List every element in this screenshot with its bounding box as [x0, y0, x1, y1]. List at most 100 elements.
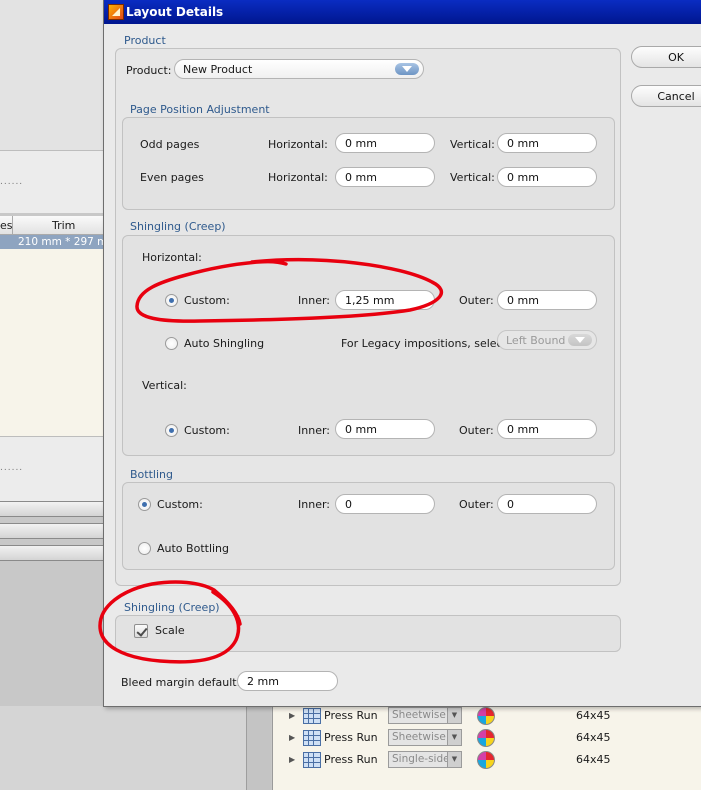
- expand-triangle-icon[interactable]: ▶: [289, 755, 295, 764]
- shingling-heading: Shingling (Creep): [130, 220, 226, 233]
- even-pages-label: Even pages: [140, 171, 204, 184]
- press-run-name: Press Run: [324, 753, 378, 766]
- color-wheel-icon: [477, 707, 495, 725]
- table-header: es Trim: [0, 216, 104, 235]
- shingling-h-inner-input[interactable]: [335, 290, 435, 310]
- legacy-impositions-label: For Legacy impositions, select:: [341, 337, 511, 350]
- column-separator: [12, 216, 13, 234]
- trim-cell: 210 mm * 297 m: [18, 236, 108, 248]
- shingling-v-inner-label: Inner:: [298, 424, 330, 437]
- shingling-v-custom-radio[interactable]: [165, 424, 178, 437]
- odd-vertical-label: Vertical:: [450, 138, 495, 151]
- legacy-binding-select[interactable]: Left Bound: [497, 330, 597, 350]
- ok-button[interactable]: OK: [631, 46, 701, 68]
- press-run-name: Press Run: [324, 709, 378, 722]
- table-row-selected[interactable]: 210 mm * 297 m: [0, 235, 108, 249]
- background-toolbar: ......: [0, 150, 104, 213]
- grip-dots: ......: [0, 463, 24, 473]
- shingling-v-outer-label: Outer:: [459, 424, 494, 437]
- legacy-binding-value: Left Bound: [506, 334, 566, 347]
- press-run-mode-select[interactable]: Sheetwise ▼: [388, 707, 462, 724]
- app-icon: [108, 4, 124, 20]
- shingling-v-outer-input[interactable]: [497, 419, 597, 439]
- dialog-titlebar[interactable]: Layout Details: [104, 0, 701, 24]
- auto-shingling-radio[interactable]: [165, 337, 178, 350]
- list-item[interactable]: ▶ Press Run Single-side ▼ 64x45: [273, 750, 701, 772]
- auto-bottling-label: Auto Bottling: [157, 542, 230, 555]
- chevron-down-icon: [395, 63, 419, 75]
- dialog-title: Layout Details: [126, 5, 224, 19]
- even-vertical-input[interactable]: [497, 167, 597, 187]
- bleed-margin-input[interactable]: [237, 671, 338, 691]
- collapsed-section-bar[interactable]: [0, 523, 104, 539]
- odd-pages-label: Odd pages: [140, 138, 200, 151]
- chevron-down-icon: ▼: [447, 730, 461, 745]
- sheet-grid-icon: [303, 752, 321, 768]
- product-label: Product:: [126, 64, 172, 77]
- sheet-grid-icon: [303, 730, 321, 746]
- collapsed-section-bar[interactable]: [0, 501, 104, 517]
- product-select-value: New Product: [183, 63, 253, 76]
- background-lower-panel: [0, 706, 250, 790]
- odd-vertical-input[interactable]: [497, 133, 597, 153]
- odd-horizontal-label: Horizontal:: [268, 138, 328, 151]
- shingling-v-inner-input[interactable]: [335, 419, 435, 439]
- shingling-v-custom-label: Custom:: [184, 424, 230, 437]
- background-table: [0, 216, 104, 437]
- list-item[interactable]: ▶ Press Run Sheetwise ▼ 64x45: [273, 728, 701, 750]
- press-run-name: Press Run: [324, 731, 378, 744]
- even-horizontal-input[interactable]: [335, 167, 435, 187]
- even-horizontal-label: Horizontal:: [268, 171, 328, 184]
- shingling-h-custom-label: Custom:: [184, 294, 230, 307]
- bottling-custom-label: Custom:: [157, 498, 203, 511]
- shingling-h-custom-radio[interactable]: [165, 294, 178, 307]
- expand-triangle-icon[interactable]: ▶: [289, 711, 295, 720]
- press-run-mode-select[interactable]: Single-side ▼: [388, 751, 462, 768]
- product-select[interactable]: New Product: [174, 59, 424, 79]
- shingling-vertical-label: Vertical:: [142, 379, 187, 392]
- background-panel: [0, 0, 104, 150]
- press-run-size: 64x45: [576, 731, 611, 744]
- shingling-horizontal-label: Horizontal:: [142, 251, 202, 264]
- collapsed-section-bar[interactable]: [0, 545, 104, 561]
- select-value: Sheetwise: [392, 731, 446, 743]
- bottling-outer-input[interactable]: [497, 494, 597, 514]
- bottling-inner-label: Inner:: [298, 498, 330, 511]
- bottling-inner-input[interactable]: [335, 494, 435, 514]
- press-run-mode-select[interactable]: Sheetwise ▼: [388, 729, 462, 746]
- bleed-margin-label: Bleed margin default:: [121, 676, 241, 689]
- chevron-down-icon: ▼: [447, 752, 461, 767]
- shingling-h-outer-label: Outer:: [459, 294, 494, 307]
- odd-horizontal-input[interactable]: [335, 133, 435, 153]
- page-position-heading: Page Position Adjustment: [130, 103, 270, 116]
- list-item[interactable]: ▶ Press Run Sheetwise ▼ 64x45: [273, 706, 701, 728]
- even-vertical-label: Vertical:: [450, 171, 495, 184]
- expand-triangle-icon[interactable]: ▶: [289, 733, 295, 742]
- splitter[interactable]: [246, 706, 271, 790]
- color-wheel-icon: [477, 729, 495, 747]
- auto-bottling-radio[interactable]: [138, 542, 151, 555]
- grip-dots: ......: [0, 177, 24, 187]
- chevron-down-icon: ▼: [447, 708, 461, 723]
- shingling-scale-group: [115, 615, 621, 652]
- bottling-outer-label: Outer:: [459, 498, 494, 511]
- press-run-size: 64x45: [576, 709, 611, 722]
- bottling-custom-radio[interactable]: [138, 498, 151, 511]
- bottling-heading: Bottling: [130, 468, 173, 481]
- column-header-partial[interactable]: es: [0, 219, 12, 232]
- select-value: Sheetwise: [392, 709, 446, 721]
- press-run-size: 64x45: [576, 753, 611, 766]
- shingling-scale-heading: Shingling (Creep): [124, 601, 220, 614]
- select-value: Single-side: [392, 753, 450, 765]
- shingling-h-outer-input[interactable]: [497, 290, 597, 310]
- page-position-group: [122, 117, 615, 210]
- color-wheel-icon: [477, 751, 495, 769]
- product-group-heading: Product: [124, 34, 166, 47]
- column-header-trim[interactable]: Trim: [52, 219, 75, 232]
- cancel-button[interactable]: Cancel: [631, 85, 701, 107]
- auto-shingling-label: Auto Shingling: [184, 337, 265, 350]
- scale-checkbox[interactable]: [134, 624, 148, 638]
- shingling-h-inner-label: Inner:: [298, 294, 330, 307]
- press-run-list: ▶ Press Run Sheetwise ▼ 64x45 ▶ Press Run…: [272, 706, 701, 790]
- chevron-down-icon: [568, 334, 592, 346]
